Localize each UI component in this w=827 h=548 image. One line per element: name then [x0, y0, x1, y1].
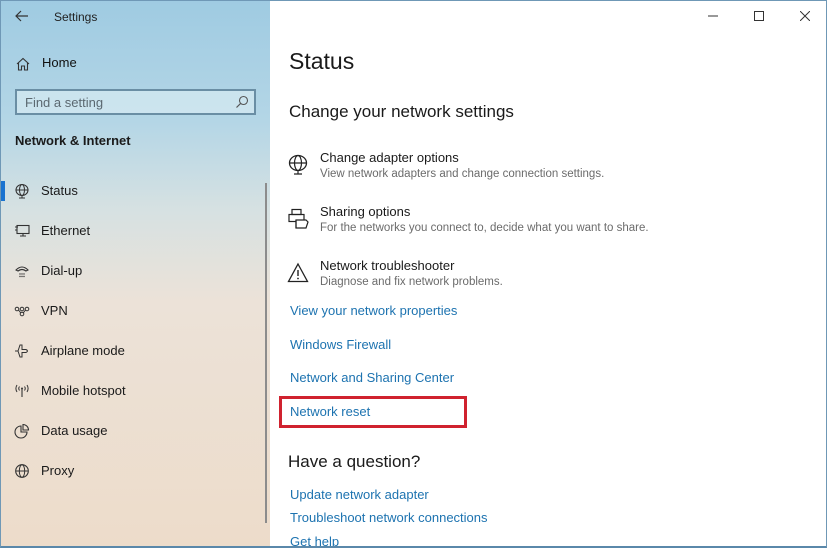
maximize-icon	[754, 11, 764, 21]
warning-icon	[287, 262, 309, 284]
link-troubleshoot-connections[interactable]: Troubleshoot network connections	[290, 510, 488, 525]
home-label: Home	[42, 55, 77, 70]
option-description: For the networks you connect to, decide …	[320, 222, 649, 234]
change-adapter-options[interactable]: Change adapter options View network adap…	[287, 150, 787, 190]
search-icon[interactable]	[235, 95, 249, 109]
question-heading: Have a question?	[288, 452, 421, 471]
link-get-help[interactable]: Get help	[290, 534, 339, 546]
sidebar-item-label: Ethernet	[41, 223, 91, 238]
close-button[interactable]	[782, 1, 826, 31]
dialup-icon	[14, 263, 30, 279]
sidebar-item-dialup[interactable]: Dial-up	[1, 251, 263, 291]
link-update-network-adapter[interactable]: Update network adapter	[290, 487, 429, 502]
sidebar: Settings Home Network & Internet Status	[1, 1, 270, 546]
app-title: Settings	[54, 10, 98, 24]
sidebar-item-proxy[interactable]: Proxy	[1, 451, 263, 491]
sidebar-item-label: Proxy	[41, 463, 75, 478]
minimize-icon	[708, 11, 718, 21]
sidebar-scrollbar[interactable]	[265, 183, 267, 523]
sharing-options[interactable]: Sharing options For the networks you con…	[287, 204, 787, 244]
data-usage-icon	[14, 423, 30, 439]
sidebar-home[interactable]: Home	[1, 51, 266, 75]
sidebar-item-mobile-hotspot[interactable]: Mobile hotspot	[1, 371, 263, 411]
status-globe-icon	[14, 183, 30, 199]
link-network-sharing-center[interactable]: Network and Sharing Center	[290, 370, 454, 385]
title-bar: Settings	[1, 1, 270, 33]
minimize-button[interactable]	[690, 1, 736, 31]
search-box[interactable]	[15, 89, 256, 115]
change-settings-heading: Change your network settings	[289, 102, 514, 121]
network-troubleshooter[interactable]: Network troubleshooter Diagnose and fix …	[287, 258, 787, 298]
settings-window: Settings Home Network & Internet Status	[0, 0, 827, 548]
back-button[interactable]	[9, 5, 35, 27]
sidebar-item-airplane-mode[interactable]: Airplane mode	[1, 331, 263, 371]
sidebar-item-vpn[interactable]: VPN	[1, 291, 263, 331]
option-description: Diagnose and fix network problems.	[320, 276, 503, 288]
link-network-reset[interactable]: Network reset	[290, 404, 370, 419]
sidebar-item-ethernet[interactable]: Ethernet	[1, 211, 263, 251]
sidebar-item-label: Status	[41, 183, 78, 198]
active-indicator	[1, 181, 5, 201]
sidebar-item-label: Dial-up	[41, 263, 83, 278]
sidebar-item-label: VPN	[41, 303, 68, 318]
sidebar-item-status[interactable]: Status	[1, 171, 263, 211]
link-windows-firewall[interactable]: Windows Firewall	[290, 337, 391, 352]
sidebar-item-label: Mobile hotspot	[41, 383, 126, 398]
option-description: View network adapters and change connect…	[320, 168, 605, 180]
vpn-icon	[14, 303, 30, 319]
hotspot-icon	[14, 383, 30, 399]
option-title: Network troubleshooter	[320, 258, 455, 273]
page-title: Status	[289, 48, 355, 74]
window-controls	[690, 1, 826, 31]
maximize-button[interactable]	[736, 1, 782, 31]
close-icon	[800, 11, 810, 21]
back-arrow-icon	[15, 10, 29, 22]
home-icon	[15, 56, 31, 72]
option-title: Change adapter options	[320, 150, 459, 165]
sidebar-item-data-usage[interactable]: Data usage	[1, 411, 263, 451]
proxy-globe-icon	[14, 463, 30, 479]
sharing-icon	[287, 208, 309, 230]
main-content: Status Change your network settings Chan…	[270, 1, 826, 546]
sidebar-nav: Status Ethernet Dial-up VPN Airplane mod…	[1, 171, 263, 491]
link-view-network-properties[interactable]: View your network properties	[290, 303, 457, 318]
ethernet-icon	[14, 223, 30, 239]
sidebar-item-label: Data usage	[41, 423, 108, 438]
sidebar-section-title: Network & Internet	[15, 133, 131, 148]
airplane-icon	[14, 343, 30, 359]
option-title: Sharing options	[320, 204, 411, 219]
adapter-globe-icon	[287, 154, 309, 176]
sidebar-item-label: Airplane mode	[41, 343, 125, 358]
search-input[interactable]	[17, 91, 235, 113]
